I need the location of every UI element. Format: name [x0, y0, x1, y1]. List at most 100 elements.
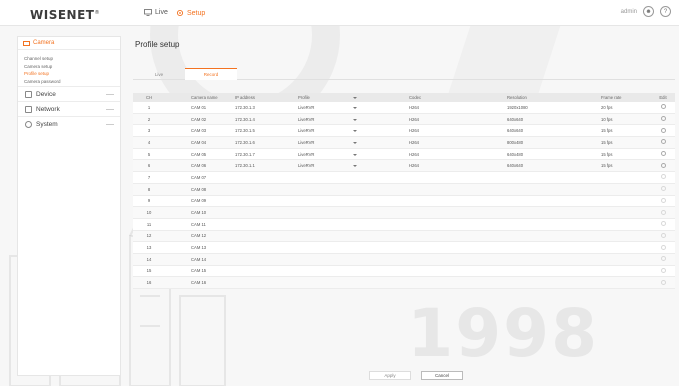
edit-gear-icon[interactable] — [660, 197, 666, 203]
profile-dropdown-arrow[interactable] — [353, 152, 377, 157]
edit-cell[interactable] — [651, 221, 675, 227]
edit-cell[interactable] — [651, 186, 675, 192]
edit-gear-icon[interactable] — [660, 209, 666, 215]
cell-camera-name: CAM 06 — [191, 163, 207, 169]
help-icon[interactable]: ? — [660, 6, 671, 17]
cell-codec: H264 — [409, 104, 420, 110]
edit-gear-icon[interactable] — [660, 162, 666, 168]
apply-button[interactable]: Apply — [369, 371, 411, 380]
cancel-button[interactable]: Cancel — [421, 371, 463, 380]
cell-camera-name: CAM 04 — [191, 139, 207, 145]
profile-dropdown-arrow[interactable] — [353, 105, 377, 110]
table-body: 1 CAM 01 172.30.1.3 LiveRVR H264 1920x1080 20 … — [133, 102, 675, 289]
edit-cell[interactable] — [651, 232, 675, 239]
sidebar-item-system[interactable]: System — [18, 116, 120, 131]
edit-cell[interactable] — [651, 116, 675, 122]
cell-resolution: 640x640 — [507, 128, 524, 134]
cell-camera-name: CAM 16 — [191, 280, 207, 286]
profile-dropdown-arrow[interactable] — [353, 128, 377, 133]
cell-ch: 16 — [146, 280, 152, 286]
sidebar-item-network[interactable]: Network — [18, 101, 120, 116]
edit-gear-icon[interactable] — [660, 139, 666, 145]
edit-gear-icon[interactable] — [660, 104, 666, 110]
profile-select[interactable]: LiveRVR — [283, 140, 353, 145]
edit-gear-icon[interactable] — [660, 232, 666, 238]
edit-cell[interactable] — [651, 162, 675, 169]
sidebar-item-label: Network — [36, 105, 60, 113]
edit-cell[interactable] — [651, 139, 675, 145]
edit-gear-icon[interactable] — [660, 151, 666, 157]
edit-cell[interactable] — [651, 151, 675, 157]
edit-gear-icon[interactable] — [660, 244, 666, 250]
table-row: 9 CAM 09 — [133, 195, 675, 208]
cell-camera-name: CAM 01 — [191, 104, 207, 110]
edit-cell[interactable] — [651, 279, 675, 286]
edit-cell[interactable] — [651, 256, 675, 262]
network-icon — [25, 105, 32, 113]
cell-ip-address: 172.30.1.6 — [235, 139, 255, 145]
edit-cell[interactable] — [651, 244, 675, 251]
col-header-profile: Profile — [298, 95, 310, 100]
table-row: 14 CAM 14 — [133, 253, 675, 266]
chevron-down-icon — [353, 118, 357, 121]
edit-gear-icon[interactable] — [660, 127, 666, 133]
chevron-down-icon — [353, 165, 357, 168]
user-icon[interactable]: ☻ — [643, 6, 654, 17]
edit-gear-icon[interactable] — [660, 256, 666, 262]
profile-dropdown-arrow[interactable] — [353, 163, 377, 168]
nav-live-label: Live — [155, 9, 168, 16]
sidebar-item-label: System — [36, 120, 58, 128]
cell-camera-name: CAM 08 — [191, 186, 207, 192]
sidebar-subitem-camera-password[interactable]: Camera password — [18, 77, 120, 85]
profile-table: CH Camera name IP address Profile Codec … — [133, 93, 675, 289]
collapse-dash — [106, 124, 114, 125]
profile-dropdown-arrow[interactable] — [353, 117, 377, 122]
sidebar-subitem-channel-setup[interactable]: Channel setup — [18, 54, 120, 62]
profile-select[interactable]: LiveRVR — [283, 128, 353, 133]
edit-cell[interactable] — [651, 267, 675, 274]
profile-select[interactable]: LiveRVR — [283, 117, 353, 122]
cell-codec: H264 — [409, 163, 420, 169]
cell-ch: 5 — [147, 151, 151, 157]
profile-select[interactable]: LiveRVR — [283, 163, 353, 168]
edit-cell[interactable] — [651, 209, 675, 216]
sidebar-subitem-camera-setup[interactable]: Camera setup — [18, 62, 120, 70]
sidebar-subitem-profile-setup[interactable]: Profile setup — [18, 69, 120, 77]
edit-cell[interactable] — [651, 197, 675, 204]
user-area: admin ☻ ? — [621, 6, 671, 17]
table-row: 5 CAM 05 172.30.1.7 LiveRVR H264 640x480 15 fp… — [133, 148, 675, 161]
table-row: 15 CAM 15 — [133, 265, 675, 278]
cell-ch: 1 — [147, 104, 151, 110]
profile-select[interactable]: LiveRVR — [283, 105, 353, 110]
sidebar-item-device[interactable]: Device — [18, 86, 120, 101]
cell-frame-rate: 10 fps — [601, 116, 613, 122]
col-header-profile-arrow[interactable] — [353, 95, 377, 100]
system-icon — [25, 120, 32, 128]
edit-cell[interactable] — [651, 174, 675, 180]
table-header: CH Camera name IP address Profile Codec … — [133, 93, 675, 102]
edit-gear-icon[interactable] — [660, 174, 666, 180]
profile-dropdown-arrow[interactable] — [353, 140, 377, 145]
nav-setup[interactable]: Setup — [176, 9, 205, 17]
edit-gear-icon[interactable] — [660, 221, 666, 227]
chevron-down-icon — [353, 141, 357, 144]
table-row: 12 CAM 12 — [133, 230, 675, 243]
cell-camera-name: CAM 09 — [191, 198, 207, 204]
edit-gear-icon[interactable] — [660, 279, 666, 285]
col-header-codec: Codec — [409, 95, 422, 100]
cell-ch: 12 — [146, 233, 152, 239]
tab-live[interactable]: Live — [133, 68, 185, 80]
edit-cell[interactable] — [651, 104, 675, 110]
collapse-dash — [106, 109, 114, 110]
nav-live[interactable]: Live — [144, 9, 168, 16]
table-row: 6 CAM 06 172.30.1.1 LiveRVR H264 640x640 15 fp… — [133, 160, 675, 173]
edit-gear-icon[interactable] — [660, 186, 666, 192]
edit-gear-icon[interactable] — [660, 267, 666, 273]
profile-select[interactable]: LiveRVR — [283, 152, 353, 157]
sidebar-item-camera[interactable]: Camera — [18, 37, 120, 50]
edit-gear-icon[interactable] — [660, 116, 666, 122]
logo-text: WISENET — [30, 8, 95, 22]
cell-ch: 9 — [147, 198, 151, 204]
edit-cell[interactable] — [651, 127, 675, 134]
tab-record[interactable]: Record — [185, 68, 237, 80]
